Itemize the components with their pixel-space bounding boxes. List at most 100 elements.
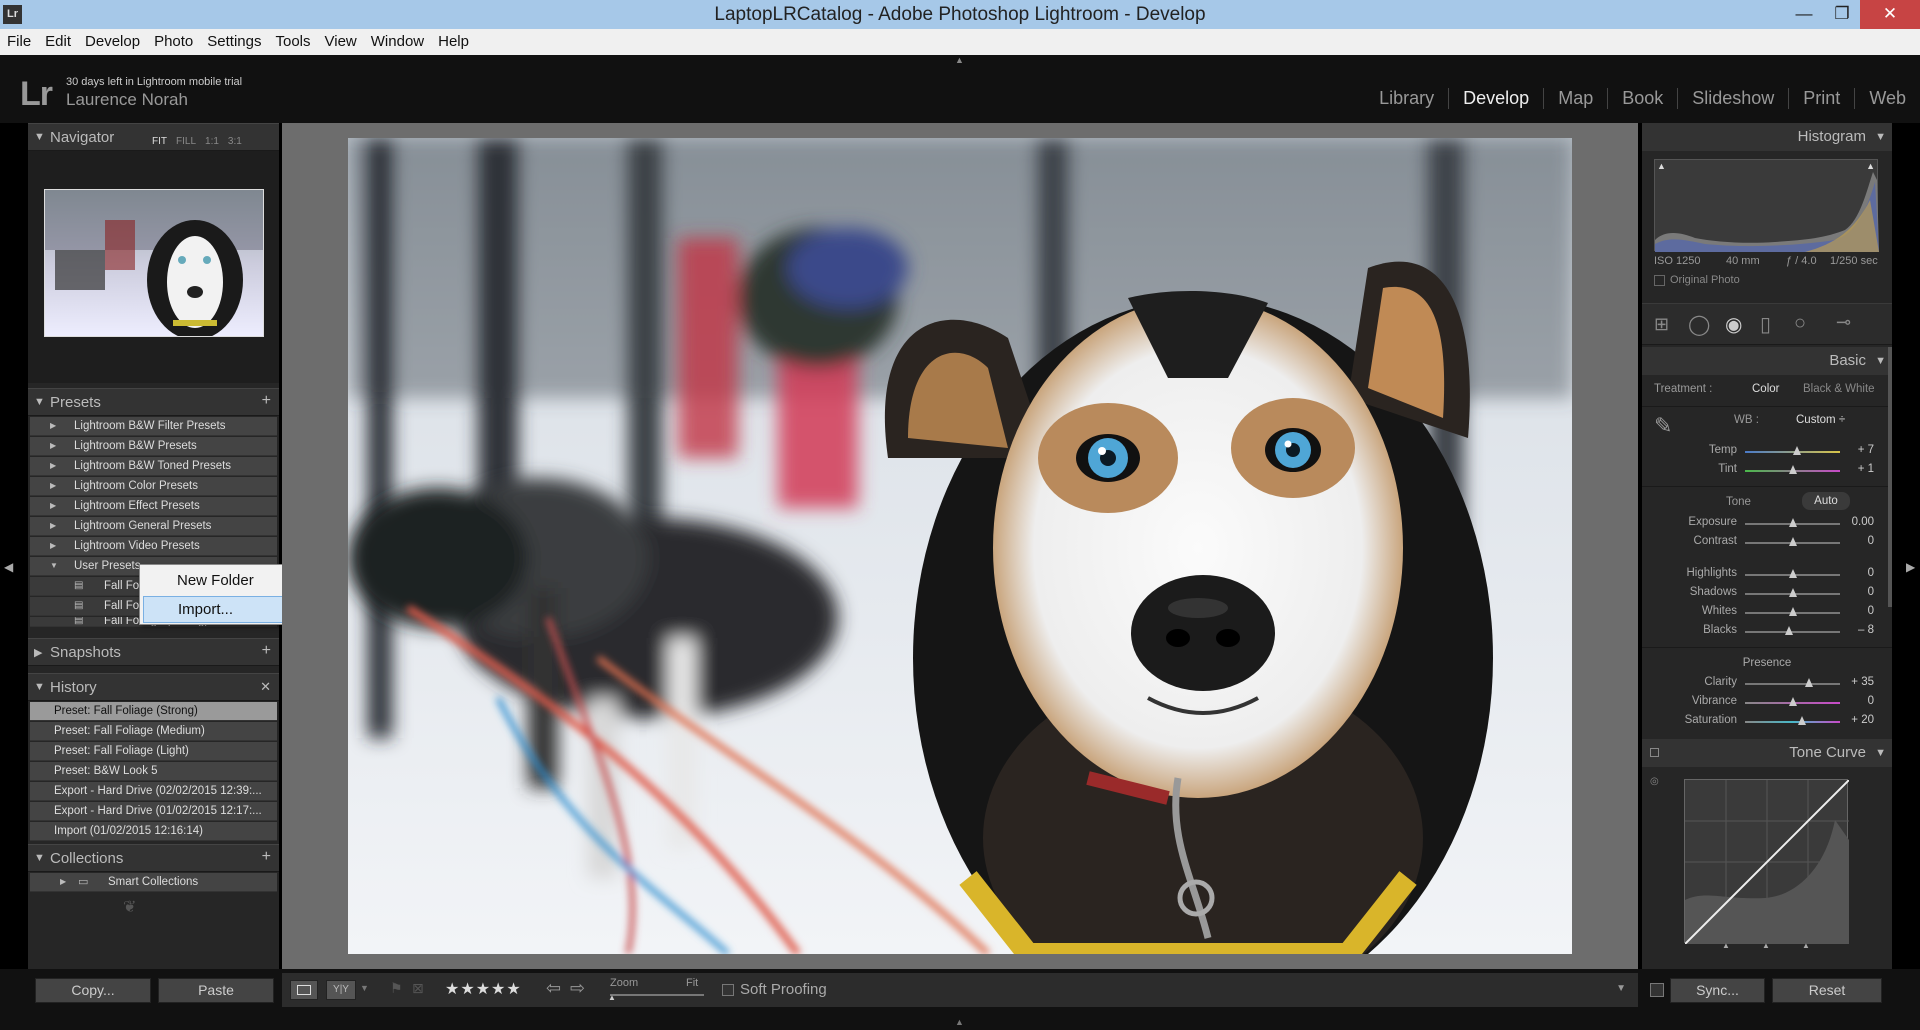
module-develop[interactable]: Develop	[1448, 88, 1543, 109]
module-book[interactable]: Book	[1607, 88, 1677, 109]
shadows-slider[interactable]: Shadows 0	[1642, 585, 1892, 603]
menu-develop[interactable]: Develop	[78, 29, 147, 50]
module-web[interactable]: Web	[1854, 88, 1920, 109]
menu-help[interactable]: Help	[431, 29, 476, 50]
next-icon[interactable]: ⇨	[570, 978, 585, 999]
slider-knob[interactable]	[1788, 588, 1797, 597]
preset-folder[interactable]: ▶ Lightroom Color Presets	[30, 477, 277, 496]
radial-filter-icon[interactable]: ○	[1794, 312, 1806, 335]
paste-settings-button[interactable]: Paste	[158, 978, 274, 1003]
treatment-color[interactable]: Color	[1752, 383, 1779, 395]
add-snapshot-icon[interactable]: +	[262, 642, 271, 660]
menu-photo[interactable]: Photo	[147, 29, 200, 50]
menu-view[interactable]: View	[318, 29, 364, 50]
flag-reject-icon[interactable]: ⊠	[412, 980, 424, 997]
reset-button[interactable]: Reset	[1772, 978, 1882, 1003]
preset-folder[interactable]: ▶ Lightroom B&W Toned Presets	[30, 457, 277, 476]
add-collection-icon[interactable]: +	[262, 848, 271, 866]
preset-folder[interactable]: ▶ Lightroom B&W Filter Presets	[30, 417, 277, 436]
sync-button[interactable]: Sync...	[1670, 978, 1765, 1003]
history-header[interactable]: ▼ History ✕	[28, 673, 279, 701]
highlights-slider[interactable]: Highlights 0	[1642, 566, 1892, 584]
module-library[interactable]: Library	[1365, 88, 1448, 109]
previous-icon[interactable]: ⇦	[546, 978, 561, 999]
module-print[interactable]: Print	[1788, 88, 1854, 109]
history-item[interactable]: Preset: Fall Foliage (Medium)	[30, 722, 277, 741]
adjustment-brush-icon[interactable]: ⊸	[1836, 312, 1851, 333]
preset-folder[interactable]: ▶ Lightroom Effect Presets	[30, 497, 277, 516]
histogram-graph[interactable]: ▲ ▲	[1654, 159, 1879, 252]
menu-tools[interactable]: Tools	[268, 29, 317, 50]
tint-slider[interactable]: Tint + 1	[1642, 462, 1892, 480]
tone-curve-graph[interactable]	[1684, 779, 1850, 945]
whites-slider[interactable]: Whites 0	[1642, 604, 1892, 622]
curve-region-sliders[interactable]: ▲ ▲ ▲	[1684, 941, 1848, 951]
history-item[interactable]: Export - Hard Drive (01/02/2015 12:17:..…	[30, 802, 277, 821]
red-eye-icon[interactable]: ◉	[1725, 312, 1742, 337]
top-panel-toggle-icon[interactable]: ▲	[955, 55, 965, 65]
target-adjust-icon[interactable]: ◎	[1650, 776, 1659, 787]
slider-knob[interactable]	[1788, 697, 1797, 706]
graduated-filter-icon[interactable]: ▯	[1760, 312, 1771, 337]
menu-edit[interactable]: Edit	[38, 29, 78, 50]
preset-folder[interactable]: ▶ Lightroom Video Presets	[30, 537, 277, 556]
slider-knob[interactable]	[1789, 465, 1798, 474]
temp-slider[interactable]: Temp + 7	[1642, 443, 1892, 461]
navigator-header[interactable]: ▼ Navigator FIT FILL 1:1 3:1	[28, 123, 279, 151]
presets-header[interactable]: ▼ Presets +	[28, 388, 279, 416]
module-slideshow[interactable]: Slideshow	[1677, 88, 1788, 109]
treatment-bw[interactable]: Black & White	[1803, 383, 1875, 395]
slider-knob[interactable]	[1805, 678, 1814, 687]
collections-header[interactable]: ▼ Collections +	[28, 844, 279, 872]
dropdown-arrow-icon[interactable]: ▼	[360, 983, 369, 993]
menu-settings[interactable]: Settings	[200, 29, 268, 50]
basic-header[interactable]: Basic ▼	[1642, 347, 1892, 375]
star-rating[interactable]: ★★★★★	[445, 979, 522, 999]
slider-knob[interactable]	[1788, 537, 1797, 546]
slider-knob[interactable]	[1784, 626, 1793, 635]
left-panel-toggle-icon[interactable]: ◀	[4, 560, 13, 574]
snapshots-header[interactable]: ▶ Snapshots +	[28, 638, 279, 666]
spot-removal-icon[interactable]: ◯	[1688, 312, 1710, 337]
toolbar-options-icon[interactable]: ▼	[1616, 983, 1626, 994]
preset-folder[interactable]: ▶ Lightroom General Presets	[30, 517, 277, 536]
clarity-slider[interactable]: Clarity + 35	[1642, 675, 1892, 693]
slider-knob[interactable]	[1793, 446, 1802, 455]
clear-history-icon[interactable]: ✕	[260, 679, 271, 695]
history-item[interactable]: Export - Hard Drive (02/02/2015 12:39:..…	[30, 782, 277, 801]
before-after-icon[interactable]: Y|Y	[326, 980, 356, 1000]
preset-folder[interactable]: ▶ Lightroom B&W Presets	[30, 437, 277, 456]
blacks-slider[interactable]: Blacks – 8	[1642, 623, 1892, 641]
contrast-slider[interactable]: Contrast 0	[1642, 534, 1892, 552]
auto-sync-switch[interactable]	[1650, 983, 1664, 997]
history-item[interactable]: Preset: Fall Foliage (Strong)	[30, 702, 277, 721]
slider-knob[interactable]	[1788, 607, 1797, 616]
main-photo[interactable]	[348, 138, 1572, 954]
soft-proofing-checkbox[interactable]	[722, 984, 734, 996]
history-item[interactable]: Import (01/02/2015 12:16:14)	[30, 822, 277, 841]
auto-tone-button[interactable]: Auto	[1802, 492, 1850, 510]
highlight-clipping-icon[interactable]: ▲	[1866, 161, 1875, 171]
zoom-fill[interactable]: FILL	[176, 136, 196, 147]
collection-smart[interactable]: ▶ ▭ Smart Collections	[30, 873, 277, 892]
zoom-fit[interactable]: FIT	[152, 136, 167, 147]
history-item[interactable]: Preset: Fall Foliage (Light)	[30, 742, 277, 761]
saturation-slider[interactable]: Saturation + 20	[1642, 713, 1892, 731]
filmstrip-toggle-icon[interactable]: ▲	[955, 1017, 964, 1027]
slider-knob[interactable]	[1788, 518, 1797, 527]
original-photo-checkbox[interactable]	[1654, 275, 1665, 286]
history-item[interactable]: Preset: B&W Look 5	[30, 762, 277, 781]
vibrance-slider[interactable]: Vibrance 0	[1642, 694, 1892, 712]
right-panel-toggle-icon[interactable]: ▶	[1906, 560, 1915, 574]
menu-file[interactable]: File	[0, 29, 38, 50]
wb-eyedropper-icon[interactable]: ✎	[1654, 413, 1672, 439]
crop-tool-icon[interactable]: ⊞	[1654, 314, 1669, 335]
exposure-slider[interactable]: Exposure 0.00	[1642, 515, 1892, 533]
loupe-view-icon[interactable]	[290, 980, 318, 1000]
right-panel-scrollbar[interactable]	[1888, 347, 1892, 607]
module-map[interactable]: Map	[1543, 88, 1607, 109]
add-preset-icon[interactable]: +	[262, 392, 271, 410]
zoom-slider[interactable]	[610, 994, 704, 996]
zoom-slider-knob[interactable]: ▲	[608, 993, 616, 1002]
zoom-1-1[interactable]: 1:1	[205, 136, 219, 147]
